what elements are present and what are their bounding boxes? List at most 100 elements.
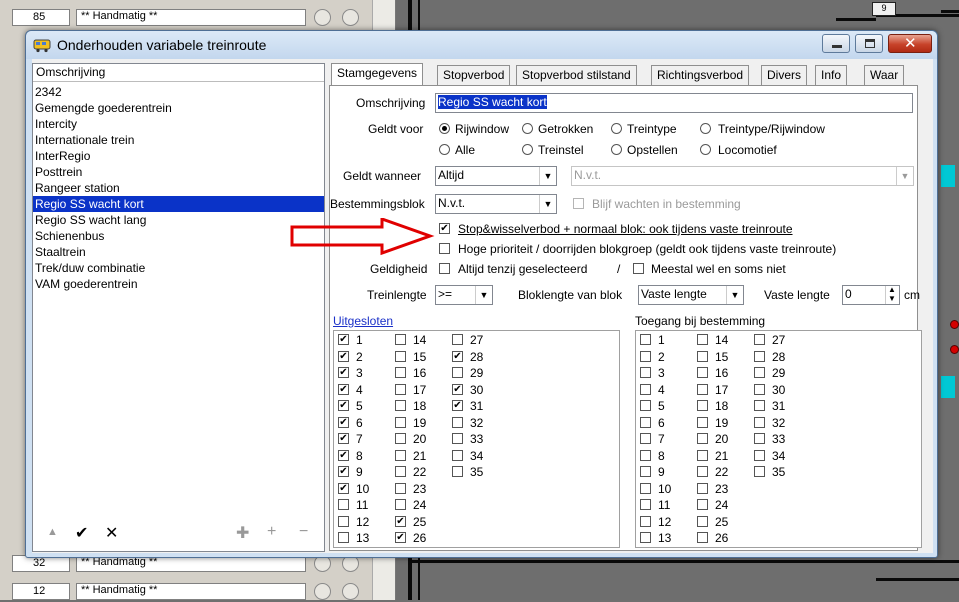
meestal-wel-label[interactable]: Meestal wel en soms niet [651,262,786,276]
uitgesloten-checkbox[interactable] [395,350,406,362]
uitgesloten-checkbox[interactable] [395,499,406,510]
toegang-checkbox[interactable] [640,449,651,461]
toegang-checkbox[interactable] [697,499,708,510]
radio-opstellen[interactable] [611,144,622,155]
list-item[interactable]: Gemengde goederentrein [33,100,324,116]
chevron-down-icon[interactable]: ▼ [539,195,556,213]
uitgesloten-checkbox[interactable] [452,334,463,345]
radio-getrokken-label[interactable]: Getrokken [538,122,593,136]
toegang-checkbox[interactable] [697,532,708,543]
tab-stopverbod[interactable]: Stopverbod [437,65,511,85]
list-item[interactable]: 2342 [33,84,324,100]
toegang-checkbox[interactable] [697,433,708,444]
toegang-checkbox[interactable] [754,400,765,411]
uitgesloten-checkbox[interactable]: ✔ [338,433,349,444]
bg-row-circle[interactable] [342,583,359,600]
list-item[interactable]: Staaltrein [33,244,324,260]
uitgesloten-checkbox[interactable]: ✔ [338,482,349,494]
uitgesloten-checkbox[interactable] [338,515,349,527]
toegang-checkbox[interactable] [754,350,765,362]
uitgesloten-checkbox[interactable] [395,482,406,494]
toegang-checkbox[interactable] [697,466,708,477]
uitgesloten-checkbox[interactable]: ✔ [338,350,349,362]
uitgesloten-checkbox[interactable]: ✔ [452,383,463,395]
uitgesloten-checkbox[interactable] [395,416,406,428]
uitgesloten-checkbox[interactable] [395,400,406,411]
bg-row-circle[interactable] [342,9,359,26]
uitgesloten-checkbox[interactable] [395,334,406,345]
toegang-checkbox[interactable] [697,482,708,494]
list-item[interactable]: Posttrein [33,164,324,180]
toegang-checkbox[interactable] [697,350,708,362]
chevron-down-icon[interactable]: ▼ [475,286,492,304]
tab-info[interactable]: Info [815,65,848,85]
move-up-icon[interactable]: ▲ [47,526,58,538]
tab-waar[interactable]: Waar [864,65,905,85]
tab-stopverbod-stilstand[interactable]: Stopverbod stilstand [516,65,637,85]
list-item[interactable]: Intercity [33,116,324,132]
uitgesloten-checkbox[interactable] [452,449,463,461]
bestemmingsblok-select[interactable]: N.v.t. ▼ [435,194,557,214]
toegang-checkbox[interactable] [640,350,651,362]
uitgesloten-checkbox[interactable]: ✔ [338,334,349,345]
uitgesloten-checkbox[interactable] [395,383,406,395]
toegang-checkbox[interactable] [640,466,651,477]
toegang-checkbox[interactable] [697,400,708,411]
list-item[interactable]: Internationale trein [33,132,324,148]
toegang-checkbox[interactable] [640,367,651,378]
uitgesloten-checklist[interactable]: ✔ 1 ✔ 2 ✔ 3 ✔ 4 ✔ 5 ✔ 6 ✔ 7 ✔ 8 ✔ 9 ✔ 10 11 12 13 14 15 16 17 18 19 2… [333,330,620,548]
uitgesloten-checkbox[interactable] [452,433,463,444]
radio-locomotief-label[interactable]: Locomotief [718,143,777,157]
toegang-checkbox[interactable] [640,433,651,444]
uitgesloten-checkbox[interactable]: ✔ [395,515,406,527]
radio-rijwindow-label[interactable]: Rijwindow [455,122,509,136]
altijd-tenzij-checkbox[interactable] [439,263,450,274]
radio-rijwindow[interactable] [439,123,450,134]
chevron-down-icon[interactable]: ▼ [539,167,556,185]
list-item[interactable]: InterRegio [33,148,324,164]
omschrijving-input[interactable]: Regio SS wacht kort [435,93,913,113]
bg-row-circle[interactable] [314,9,331,26]
radio-treintype[interactable] [611,123,622,134]
uitgesloten-checkbox[interactable]: ✔ [338,383,349,395]
cancel-icon[interactable]: ✕ [105,523,118,543]
tab-stamgegevens[interactable]: Stamgegevens [331,63,424,86]
uitgesloten-checkbox[interactable] [452,367,463,378]
list-item[interactable]: Trek/duw combinatie [33,260,324,276]
radio-alle-label[interactable]: Alle [455,143,475,157]
radio-getrokken[interactable] [522,123,533,134]
uitgesloten-checkbox[interactable] [452,466,463,477]
bloklengte-select[interactable]: Vaste lengte ▼ [638,285,744,305]
geldt-wanneer-extra-select[interactable]: N.v.t. ▼ [571,166,914,186]
toegang-checkbox[interactable] [697,383,708,395]
radio-treinstel[interactable] [522,144,533,155]
toegang-checkbox[interactable] [640,515,651,527]
toegang-checkbox[interactable] [754,367,765,378]
toegang-checkbox[interactable] [640,482,651,494]
list-column-header[interactable]: Omschrijving [33,64,324,82]
uitgesloten-checkbox[interactable] [395,466,406,477]
radio-treintype-rijwindow-label[interactable]: Treintype/Rijwindow [718,122,825,136]
uitgesloten-checkbox[interactable] [338,532,349,543]
uitgesloten-checkbox[interactable]: ✔ [338,466,349,477]
hoge-prioriteit-checkbox[interactable] [439,243,450,254]
toegang-checkbox[interactable] [640,532,651,543]
treinlengte-select[interactable]: >= ▼ [435,285,493,305]
toegang-checkbox[interactable] [697,416,708,428]
uitgesloten-checkbox[interactable]: ✔ [452,400,463,411]
toegang-checkbox[interactable] [697,334,708,345]
uitgesloten-checkbox[interactable]: ✔ [338,367,349,378]
list-item[interactable]: Schienenbus [33,228,324,244]
list-item[interactable]: Rangeer station [33,180,324,196]
blijf-wachten-checkbox[interactable] [573,198,584,209]
toegang-checkbox[interactable] [754,466,765,477]
altijd-tenzij-label[interactable]: Altijd tenzij geselecteerd [458,262,587,276]
stop-wisselverbod-label[interactable]: Stop&wisselverbod + normaal blok: ook ti… [458,222,793,236]
toegang-checkbox[interactable] [640,499,651,510]
tab-richtingsverbod[interactable]: Richtingsverbod [651,65,750,85]
add-multiple-icon[interactable]: ✚ [236,523,249,543]
toegang-checkbox[interactable] [697,515,708,527]
tab-divers[interactable]: Divers [761,65,808,85]
toegang-checkbox[interactable] [640,383,651,395]
toegang-checkbox[interactable] [754,383,765,395]
